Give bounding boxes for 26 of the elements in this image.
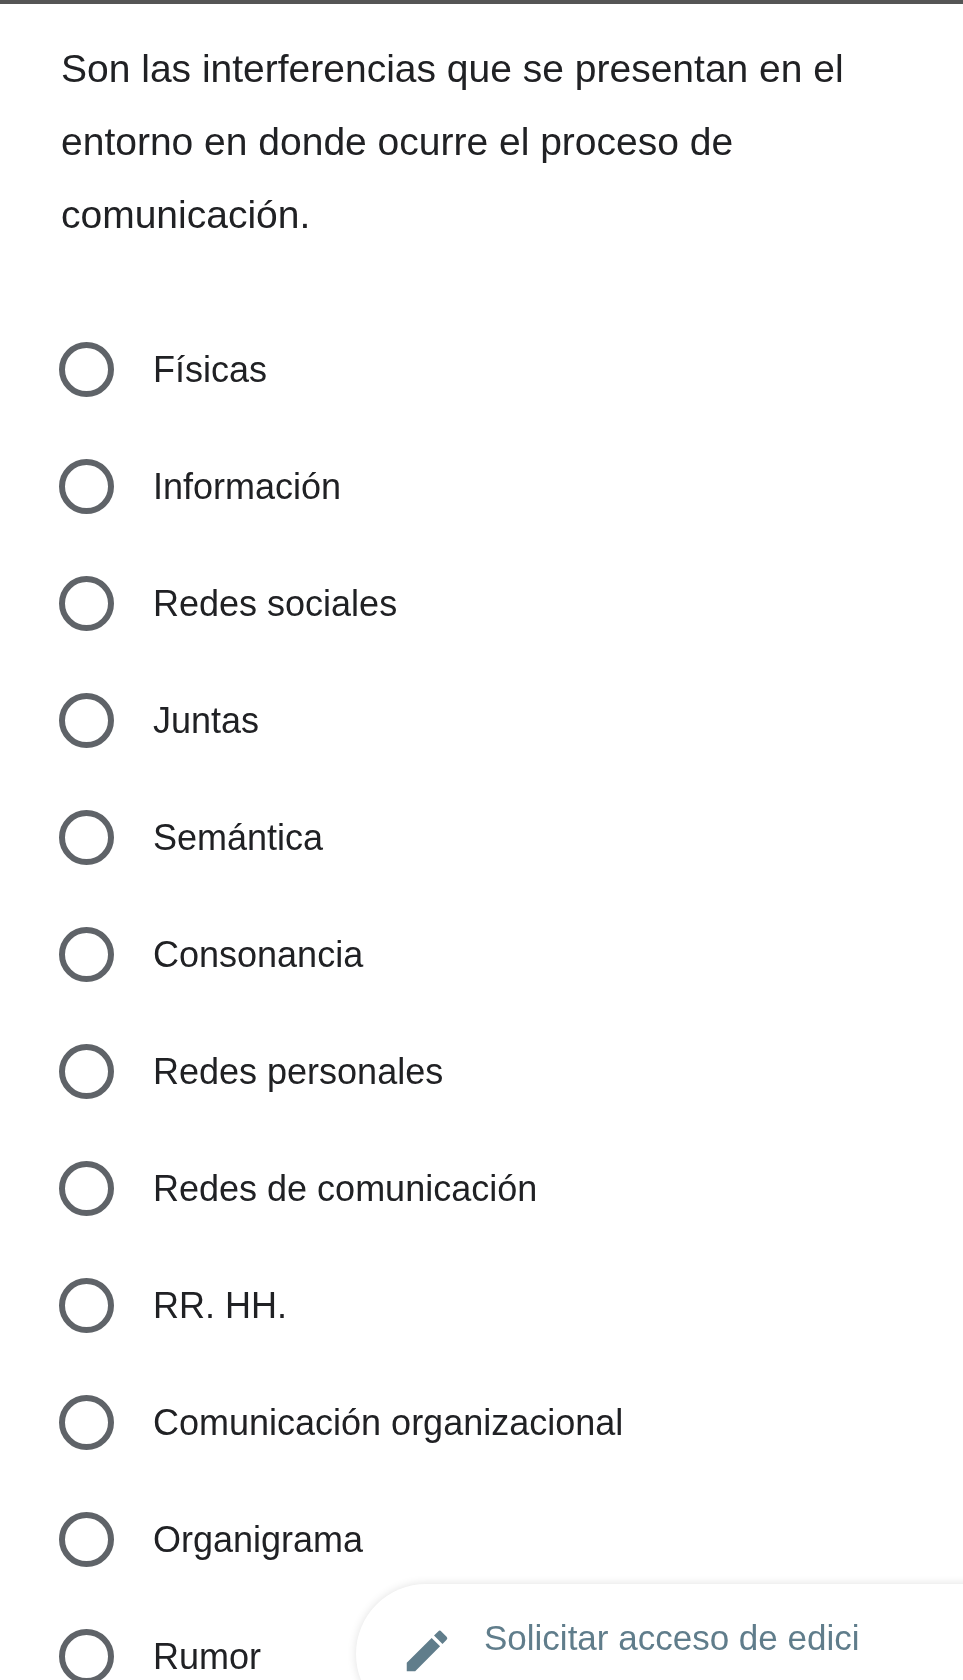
radio-button[interactable] [59, 810, 114, 865]
radio-button[interactable] [59, 1512, 114, 1567]
radio-button[interactable] [59, 1629, 114, 1680]
option-label: Organigrama [153, 1518, 364, 1561]
option-label: Información [153, 465, 342, 508]
option-label: Rumor [153, 1635, 262, 1678]
option-label: Redes de comunicación [153, 1167, 538, 1210]
radio-button[interactable] [59, 576, 114, 631]
radio-button[interactable] [59, 927, 114, 982]
request-edit-access-button[interactable]: Solicitar acceso de edici [356, 1584, 963, 1680]
radio-button[interactable] [59, 1395, 114, 1450]
option-label: Comunicación organizacional [153, 1401, 624, 1444]
radio-button[interactable] [59, 1044, 114, 1099]
radio-button[interactable] [59, 1161, 114, 1216]
option-label: Semántica [153, 816, 324, 859]
option-label: Consonancia [153, 933, 364, 976]
option-label: Redes sociales [153, 582, 398, 625]
question-text: Son las interferencias que se presentan en el entorno en donde ocurre el proceso de comunicación. [60, 46, 845, 238]
radio-button[interactable] [59, 459, 114, 514]
option-label: Físicas [153, 348, 267, 391]
option-label: RR. HH. [153, 1284, 287, 1327]
option-label: Juntas [153, 699, 260, 742]
radio-button[interactable] [59, 693, 114, 748]
option-label: Redes personales [153, 1050, 444, 1093]
radio-button[interactable] [59, 1278, 114, 1333]
radio-button[interactable] [59, 342, 114, 397]
